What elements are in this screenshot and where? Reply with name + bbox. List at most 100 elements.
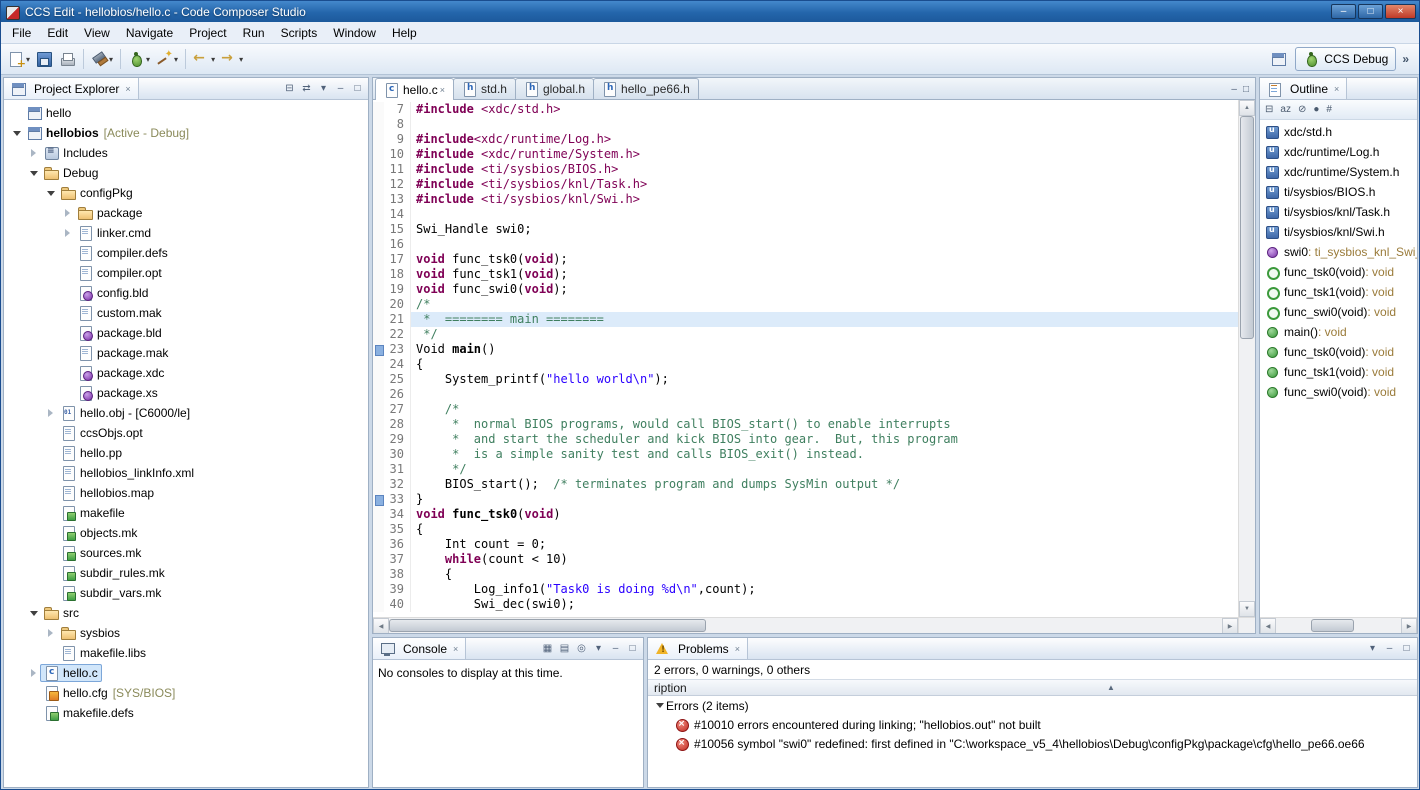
minimize-view-icon[interactable]: – bbox=[1384, 643, 1395, 654]
close-view-icon[interactable]: × bbox=[125, 84, 130, 94]
scroll-up-icon[interactable]: ▲ bbox=[1239, 100, 1255, 116]
menu-navigate[interactable]: Navigate bbox=[118, 23, 181, 43]
outline-item-xdc-std-h[interactable]: xdc/std.h bbox=[1260, 122, 1417, 142]
tree-item-hello-c[interactable]: hello.c bbox=[4, 663, 368, 683]
collapse-all-icon[interactable]: ⊟ bbox=[1265, 104, 1273, 115]
outline-item-func-swi0-void[interactable]: func_swi0(void) : void bbox=[1260, 382, 1417, 402]
menu-edit[interactable]: Edit bbox=[39, 23, 76, 43]
back-button[interactable]: ▾ bbox=[190, 47, 218, 71]
tree-item-compiler-defs[interactable]: compiler.defs bbox=[4, 243, 368, 263]
pin-console-icon[interactable]: ◎ bbox=[576, 643, 587, 654]
tree-item-package[interactable]: package bbox=[4, 203, 368, 223]
build-button[interactable]: ▾ bbox=[88, 47, 116, 71]
tree-item-ccsobjs-opt[interactable]: ccsObjs.opt bbox=[4, 423, 368, 443]
maximize-view-icon[interactable]: □ bbox=[352, 83, 363, 94]
problem-row-1[interactable]: #10010 errors encountered during linking… bbox=[648, 715, 1417, 734]
menu-run[interactable]: Run bbox=[235, 23, 273, 43]
outline-item-main[interactable]: main() : void bbox=[1260, 322, 1417, 342]
tree-item-sysbios[interactable]: sysbios bbox=[4, 623, 368, 643]
display-selected-console-icon[interactable]: ▦ bbox=[542, 643, 553, 654]
perspective-overflow-button[interactable]: » bbox=[1400, 52, 1415, 66]
outline-hscroll-track[interactable] bbox=[1276, 618, 1401, 633]
menu-project[interactable]: Project bbox=[181, 23, 234, 43]
maximize-view-icon[interactable]: □ bbox=[1401, 643, 1412, 654]
debug-button[interactable]: ▾ bbox=[125, 47, 153, 71]
maximize-editor-icon[interactable]: □ bbox=[1243, 84, 1249, 95]
outline-item-func-swi0-void[interactable]: func_swi0(void) : void bbox=[1260, 302, 1417, 322]
tree-item-src[interactable]: src bbox=[4, 603, 368, 623]
minimize-button[interactable]: – bbox=[1331, 4, 1356, 19]
outline-item-func-tsk0-void[interactable]: func_tsk0(void) : void bbox=[1260, 342, 1417, 362]
outline-item-swi0[interactable]: swi0 : ti_sysbios_knl_Swi_Handle bbox=[1260, 242, 1417, 262]
tree-item-hellobios-linkinfo-xml[interactable]: hellobios_linkInfo.xml bbox=[4, 463, 368, 483]
editor-hscrollbar[interactable]: ◀ ▶ bbox=[373, 617, 1238, 633]
view-menu-icon[interactable]: ▾ bbox=[593, 643, 604, 654]
tree-item-package-xs[interactable]: package.xs bbox=[4, 383, 368, 403]
outline-hscrollbar[interactable]: ◀ ▶ bbox=[1260, 617, 1417, 633]
editor-vscroll-thumb[interactable] bbox=[1240, 116, 1254, 339]
tree-item-compiler-opt[interactable]: compiler.opt bbox=[4, 263, 368, 283]
outline-item-xdc-runtime-log-h[interactable]: xdc/runtime/Log.h bbox=[1260, 142, 1417, 162]
description-column-header[interactable]: ription ▲ bbox=[648, 679, 1417, 696]
tree-closed-arrow[interactable] bbox=[46, 408, 57, 419]
tree-closed-arrow[interactable] bbox=[29, 668, 40, 679]
outline-item-ti-sysbios-bios-h[interactable]: ti/sysbios/BIOS.h bbox=[1260, 182, 1417, 202]
editor-hscroll-track[interactable] bbox=[389, 618, 1222, 633]
collapse-all-icon[interactable]: ⊟ bbox=[284, 83, 295, 94]
tree-closed-arrow[interactable] bbox=[63, 228, 74, 239]
tree-item-linker-cmd[interactable]: linker.cmd bbox=[4, 223, 368, 243]
tree-open-arrow[interactable] bbox=[12, 128, 23, 139]
tree-item-package-xdc[interactable]: package.xdc bbox=[4, 363, 368, 383]
outline-tab[interactable]: Outline × bbox=[1260, 78, 1347, 99]
hide-fields-icon[interactable]: ⊘ bbox=[1298, 104, 1306, 115]
scroll-right-icon[interactable]: ▶ bbox=[1222, 618, 1238, 634]
maximize-button[interactable]: □ bbox=[1358, 4, 1383, 19]
tree-closed-arrow[interactable] bbox=[63, 208, 74, 219]
tree-item-config-bld[interactable]: config.bld bbox=[4, 283, 368, 303]
scroll-left-icon[interactable]: ◀ bbox=[373, 618, 389, 634]
tree-item-subdir-rules-mk[interactable]: subdir_rules.mk bbox=[4, 563, 368, 583]
new-button[interactable]: ▾ bbox=[5, 47, 33, 71]
tree-item-subdir-vars-mk[interactable]: subdir_vars.mk bbox=[4, 583, 368, 603]
tree-item-objects-mk[interactable]: objects.mk bbox=[4, 523, 368, 543]
close-tab-icon[interactable]: × bbox=[440, 85, 445, 95]
tree-open-arrow[interactable] bbox=[655, 700, 666, 711]
scroll-down-icon[interactable]: ▼ bbox=[1239, 601, 1255, 617]
outline-item-ti-sysbios-knl-swi-h[interactable]: ti/sysbios/knl/Swi.h bbox=[1260, 222, 1417, 242]
outline-item-func-tsk0-void[interactable]: func_tsk0(void) : void bbox=[1260, 262, 1417, 282]
tree-item-includes[interactable]: Includes bbox=[4, 143, 368, 163]
open-console-icon[interactable]: ▤ bbox=[559, 643, 570, 654]
sort-icon[interactable]: az bbox=[1280, 104, 1291, 115]
tree-item-hellobios[interactable]: hellobios[Active - Debug] bbox=[4, 123, 368, 143]
save-button[interactable] bbox=[33, 47, 56, 71]
close-view-icon[interactable]: × bbox=[453, 644, 458, 654]
tree-closed-arrow[interactable] bbox=[29, 148, 40, 159]
menu-window[interactable]: Window bbox=[325, 23, 384, 43]
tree-item-package-mak[interactable]: package.mak bbox=[4, 343, 368, 363]
console-tab[interactable]: Console × bbox=[373, 638, 466, 659]
new-target-config-button[interactable]: ▾ bbox=[153, 47, 181, 71]
tree-open-arrow[interactable] bbox=[46, 188, 57, 199]
tree-item-debug[interactable]: Debug bbox=[4, 163, 368, 183]
minimize-editor-icon[interactable]: – bbox=[1231, 84, 1237, 95]
tree-item-hello-cfg[interactable]: hello.cfg[SYS/BIOS] bbox=[4, 683, 368, 703]
view-menu-icon[interactable]: ▾ bbox=[318, 83, 329, 94]
close-button[interactable]: × bbox=[1385, 4, 1416, 19]
tree-item-hellobios-map[interactable]: hellobios.map bbox=[4, 483, 368, 503]
editor-vscroll-track[interactable] bbox=[1239, 116, 1255, 601]
tree-item-makefile-libs[interactable]: makefile.libs bbox=[4, 643, 368, 663]
editor-hscroll-thumb[interactable] bbox=[389, 619, 706, 632]
menu-help[interactable]: Help bbox=[384, 23, 425, 43]
menu-scripts[interactable]: Scripts bbox=[273, 23, 326, 43]
tree-item-hello-obj-c6000-le[interactable]: hello.obj - [C6000/le] bbox=[4, 403, 368, 423]
minimize-view-icon[interactable]: – bbox=[610, 643, 621, 654]
link-with-editor-icon[interactable]: ⇄ bbox=[301, 83, 312, 94]
editor-tab-global-h[interactable]: global.h bbox=[515, 78, 594, 99]
editor-tab-hello-pe66-h[interactable]: hello_pe66.h bbox=[593, 78, 699, 99]
hide-non-public-icon[interactable]: # bbox=[1326, 104, 1332, 115]
scroll-left-icon[interactable]: ◀ bbox=[1260, 618, 1276, 634]
problems-tab[interactable]: Problems × bbox=[648, 638, 748, 659]
outline-item-func-tsk1-void[interactable]: func_tsk1(void) : void bbox=[1260, 282, 1417, 302]
code-editor[interactable]: 7#include <xdc/std.h>89#include<xdc/runt… bbox=[373, 100, 1238, 617]
tree-item-hello[interactable]: hello bbox=[4, 103, 368, 123]
